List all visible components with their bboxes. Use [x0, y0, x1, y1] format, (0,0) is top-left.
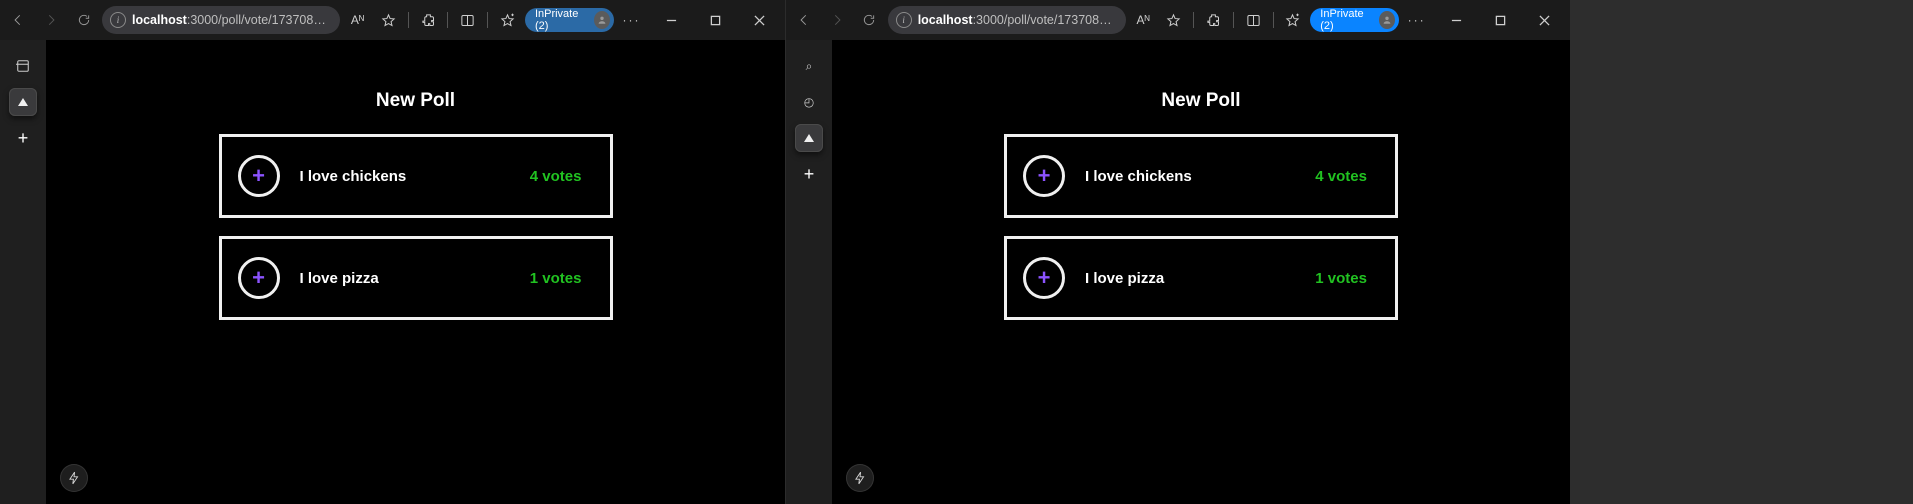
active-tab-triangle-icon[interactable] — [9, 88, 37, 116]
addr-separator — [447, 12, 448, 28]
url-field[interactable]: i localhost:3000/poll/vote/1737087696... — [888, 6, 1126, 34]
poll-option-votes: 1 votes — [1315, 270, 1367, 287]
tab-actions-icon[interactable] — [9, 52, 37, 80]
url-text: localhost:3000/poll/vote/1737087696... — [918, 13, 1116, 27]
addr-separator — [408, 12, 409, 28]
vote-button[interactable]: + — [1023, 257, 1065, 299]
inprivate-indicator[interactable]: InPrivate (2) — [525, 8, 614, 32]
workspace-pin-icon[interactable]: ◴ — [795, 88, 823, 116]
minimize-button[interactable] — [649, 4, 693, 36]
favorite-button[interactable] — [375, 5, 402, 35]
profile-avatar-icon — [594, 11, 610, 29]
browser-window-left: i localhost:3000/poll/vote/1737087696...… — [0, 0, 785, 504]
page-title: New Poll — [1161, 90, 1240, 112]
poll-option: + I love pizza 1 votes — [1004, 236, 1398, 320]
address-bar: i localhost:3000/poll/vote/1737087696...… — [0, 0, 785, 40]
browser-window-right: i localhost:3000/poll/vote/1737087696...… — [785, 0, 1570, 504]
split-screen-button[interactable] — [454, 5, 481, 35]
inprivate-label: InPrivate (2) — [1320, 8, 1373, 32]
poll-option-votes: 4 votes — [530, 168, 582, 185]
poll-option-label: I love chickens — [300, 168, 407, 185]
favorite-button[interactable] — [1160, 5, 1187, 35]
poll-option-votes: 4 votes — [1315, 168, 1367, 185]
back-button[interactable] — [790, 4, 819, 36]
workspace-search-icon[interactable]: ⌕ — [795, 52, 823, 80]
inprivate-label: InPrivate (2) — [535, 8, 588, 32]
vertical-tab-strip: + — [0, 40, 46, 504]
vote-button[interactable]: + — [238, 155, 280, 197]
favorites-bar-button[interactable] — [1279, 5, 1306, 35]
maximize-button[interactable] — [693, 4, 737, 36]
minimize-button[interactable] — [1434, 4, 1478, 36]
profile-avatar-icon — [1379, 11, 1395, 29]
vote-button[interactable]: + — [238, 257, 280, 299]
poll-option-label: I love pizza — [1085, 270, 1164, 287]
poll-option-label: I love chickens — [1085, 168, 1192, 185]
desktop-gap — [1570, 0, 1913, 504]
poll-option: + I love chickens 4 votes — [219, 134, 613, 218]
back-button[interactable] — [4, 4, 33, 36]
close-button[interactable] — [737, 4, 781, 36]
dev-indicator-icon[interactable] — [60, 464, 88, 492]
page-title: New Poll — [376, 90, 455, 112]
vote-button[interactable]: + — [1023, 155, 1065, 197]
url-field[interactable]: i localhost:3000/poll/vote/1737087696... — [102, 6, 340, 34]
site-info-icon[interactable]: i — [110, 12, 126, 28]
addr-separator — [487, 12, 488, 28]
window-controls — [1434, 4, 1566, 36]
poll-option-votes: 1 votes — [530, 270, 582, 287]
active-tab-triangle-icon[interactable] — [795, 124, 823, 152]
inprivate-indicator[interactable]: InPrivate (2) — [1310, 8, 1399, 32]
address-bar: i localhost:3000/poll/vote/1737087696...… — [786, 0, 1570, 40]
page-viewport: New Poll + I love chickens 4 votes + I l… — [46, 40, 785, 504]
close-button[interactable] — [1522, 4, 1566, 36]
url-text: localhost:3000/poll/vote/1737087696... — [132, 13, 330, 27]
read-aloud-button[interactable]: Aᴺ — [344, 5, 371, 35]
poll-option: + I love pizza 1 votes — [219, 236, 613, 320]
favorites-bar-button[interactable] — [494, 5, 521, 35]
poll-option: + I love chickens 4 votes — [1004, 134, 1398, 218]
refresh-button[interactable] — [855, 4, 884, 36]
more-button[interactable]: ··· — [618, 5, 645, 35]
forward-button[interactable] — [823, 4, 852, 36]
forward-button[interactable] — [37, 4, 66, 36]
more-button[interactable]: ··· — [1403, 5, 1430, 35]
new-tab-button[interactable]: + — [795, 160, 823, 188]
split-screen-button[interactable] — [1240, 5, 1267, 35]
page-viewport: New Poll + I love chickens 4 votes + I l… — [832, 40, 1570, 504]
dev-indicator-icon[interactable] — [846, 464, 874, 492]
vertical-tab-strip: ⌕ ◴ + — [786, 40, 832, 504]
site-info-icon[interactable]: i — [896, 12, 912, 28]
addr-separator — [1273, 12, 1274, 28]
addr-separator — [1233, 12, 1234, 28]
maximize-button[interactable] — [1478, 4, 1522, 36]
refresh-button[interactable] — [69, 4, 98, 36]
extensions-button[interactable] — [1200, 5, 1227, 35]
window-controls — [649, 4, 781, 36]
addr-separator — [1193, 12, 1194, 28]
read-aloud-button[interactable]: Aᴺ — [1130, 5, 1157, 35]
poll-option-label: I love pizza — [300, 270, 379, 287]
extensions-button[interactable] — [415, 5, 442, 35]
new-tab-button[interactable]: + — [9, 124, 37, 152]
